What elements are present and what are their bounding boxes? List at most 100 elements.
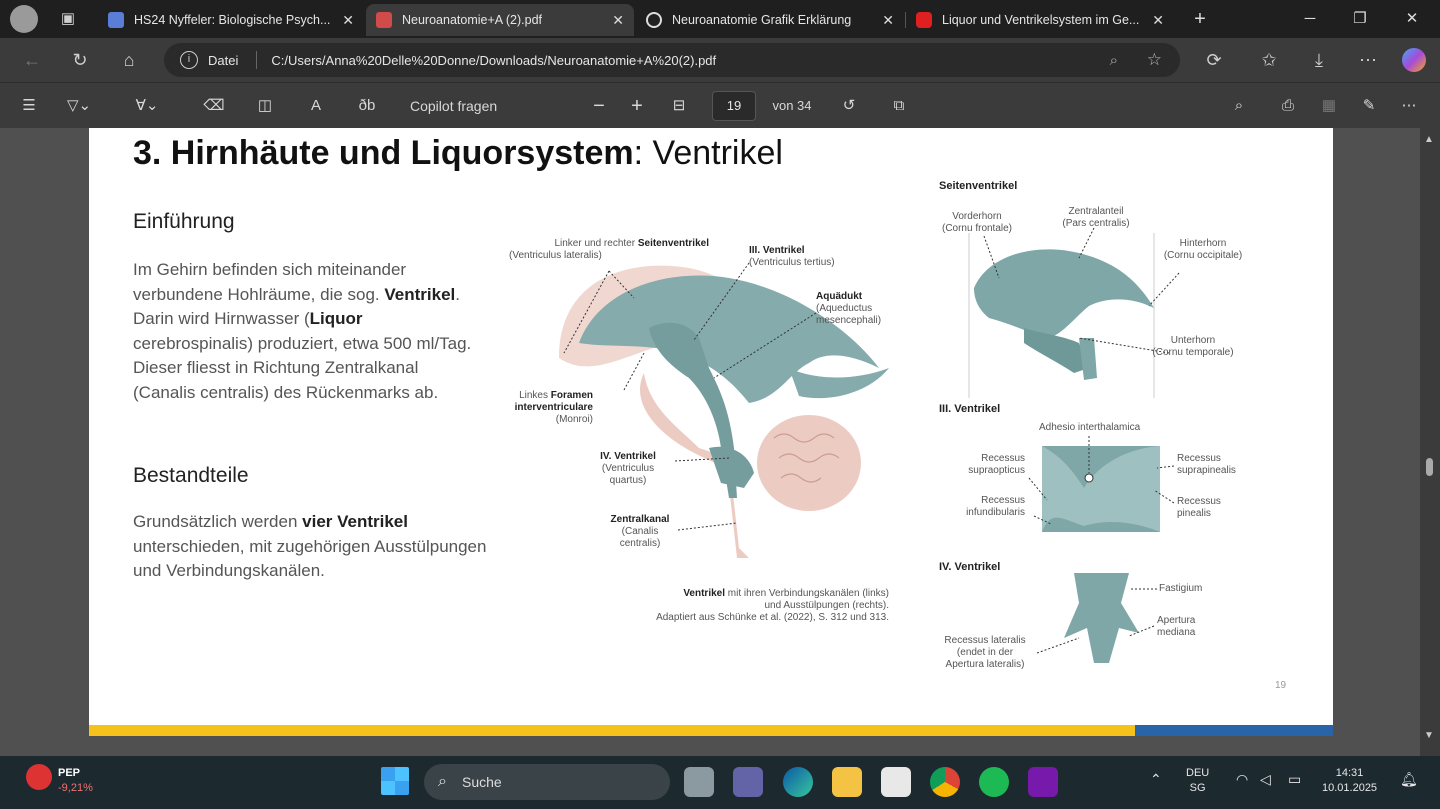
label-ventrikel-4: IV. Ventrikel (Ventriculus quartus) [583,451,673,487]
label-recessus-pinealis: Recessus pinealis [1177,496,1221,520]
taskbar-search[interactable]: ⌕ Suche [424,764,670,800]
edge-icon[interactable] [783,767,813,797]
label-part: Vorderhorn [952,211,1002,222]
print-icon[interactable]: ⎙ [1277,95,1299,117]
chrome-icon[interactable] [930,767,960,797]
close-tab-icon[interactable]: ✕ [1152,12,1164,29]
copilot-ask-button[interactable]: Copilot fragen [410,95,520,117]
scroll-up-icon[interactable]: ▲ [1424,134,1434,145]
favorite-star-icon[interactable]: ☆ [1147,50,1162,70]
onenote-icon[interactable] [1028,767,1058,797]
taskbar: PEP -9,21% ⌕ Suche ⌃ DEU SG ◠ ◁ ▭ 14:31 … [0,756,1440,809]
favorites-icon[interactable]: ✩ [1257,48,1281,72]
notification-bell-icon[interactable]: 🔔︎ [1400,772,1418,787]
label-part: (Ventriculus tertius) [749,257,835,268]
reload-icon[interactable]: ↻ [68,48,92,72]
vertical-scrollbar[interactable]: ▲ ▼ [1420,128,1440,756]
extensions-icon[interactable]: ⟳ [1202,48,1226,72]
label-part: (Ventriculus lateralis) [509,250,602,261]
tab-favicon-icon [646,12,662,28]
taskbar-search-icon: ⌕ [438,773,447,790]
label-zentralkanal: Zentralkanal (Canalis centralis) [603,514,677,550]
file-explorer-icon[interactable] [832,767,862,797]
tab-actions-icon[interactable]: ▣ [56,7,80,31]
site-info-icon[interactable]: i [180,51,198,69]
volume-icon[interactable]: ◁ [1260,772,1271,787]
pdf-more-icon[interactable]: ⋯ [1398,95,1420,117]
label-part: (Cornu frontale) [941,223,1013,234]
tab-liquor-video[interactable]: Liquor und Ventrikelsystem im Ge... ✕ [906,4,1174,36]
spotify-icon[interactable] [979,767,1009,797]
zoom-in-icon[interactable]: + [626,95,648,117]
scroll-thumb[interactable] [1426,458,1433,476]
tab-grafik-erklaerung[interactable]: Neuroanatomie Grafik Erklärung ✕ [636,4,904,36]
page-number-input[interactable]: 19 [712,91,756,121]
label-seitenventrikel: Linker und rechter Seitenventrikel (Vent… [509,238,709,262]
url-field[interactable]: i Datei C:/Users/Anna%20Delle%20Donne/Do… [164,43,1180,77]
url-scheme-label: Datei [208,52,239,68]
restore-icon[interactable]: ❐ [1340,6,1380,32]
clock-date: 10.01.2025 [1322,782,1378,794]
battery-icon[interactable]: ▭ [1288,772,1301,787]
section-ventrikel-3: III. Ventrikel [939,403,1001,415]
zoom-search-icon[interactable]: ⌕ [1110,52,1118,69]
tab-neuroanatomie-pdf[interactable]: Neuroanatomie+A (2).pdf ✕ [366,4,634,36]
teams-icon[interactable] [733,767,763,797]
label-part: Hinterhorn [1179,238,1227,249]
read-aloud-icon[interactable]: A [305,95,327,117]
contents-icon[interactable]: ☰ [18,95,40,117]
wifi-icon[interactable]: ◠ [1236,772,1248,787]
url-text[interactable]: C:/Users/Anna%20Delle%20Donne/Downloads/… [271,53,716,68]
more-menu-icon[interactable]: ⋯ [1356,48,1380,72]
fit-page-icon[interactable]: ⊟ [668,95,690,117]
downloads-icon[interactable]: ⤓ [1307,48,1331,72]
home-icon[interactable]: ⌂ [117,48,141,72]
save-icon[interactable]: ▦ [1318,95,1340,117]
close-tab-icon[interactable]: ✕ [342,12,354,29]
ventricle-illustration [559,227,1180,663]
clock[interactable]: 14:31 10.01.2025 [1322,766,1377,796]
highlight-icon[interactable]: ▽⌄ [64,95,94,117]
label-part: mediana [1157,627,1196,638]
save-as-icon[interactable]: ✎ [1358,95,1380,117]
label-foramen: Linkes Foramen interventriculare (Monroi) [497,390,593,426]
page-view-icon[interactable]: ◫ [254,95,276,117]
label-zentralanteil: Zentralanteil (Pars centralis) [1049,206,1143,230]
taskbar-search-label: Suche [462,774,502,790]
label-part: (Monroi) [555,414,593,425]
pdf-viewer[interactable]: 3. Hirnhäute und Liquorsystem: Ventrikel… [0,128,1440,756]
minimize-icon[interactable]: ─ [1290,6,1330,32]
profile-avatar[interactable] [10,5,38,33]
eraser-icon[interactable]: ⌫ [203,95,225,117]
store-icon[interactable] [881,767,911,797]
section-ventrikel-4: IV. Ventrikel [939,561,1001,573]
label-bold: III. Ventrikel [749,245,805,256]
tab-favicon-icon [108,12,124,28]
rotate-icon[interactable]: ↺ [838,95,860,117]
new-tab-button[interactable]: + [1180,6,1220,32]
label-part: Linker und rechter [554,238,638,249]
label-part: centralis) [619,538,661,549]
close-tab-icon[interactable]: ✕ [612,12,624,29]
copilot-icon[interactable] [1402,48,1426,72]
zoom-out-icon[interactable]: − [588,95,610,117]
close-window-icon[interactable]: ✕ [1392,6,1432,32]
label-part: pinealis [1177,508,1211,519]
search-icon[interactable]: ⌕ [1228,95,1250,117]
back-arrow-icon[interactable]: ← [20,48,44,72]
close-tab-icon[interactable]: ✕ [882,12,894,29]
stock-widget[interactable]: PEP -9,21% [58,766,93,796]
draw-icon[interactable]: ∀⌄ [132,95,162,117]
tab-hs24[interactable]: HS24 Nyffeler: Biologische Psych... ✕ [98,4,364,36]
task-view-icon[interactable] [684,767,714,797]
two-page-icon[interactable]: ⧉ [888,95,910,117]
caption-part: Adaptiert aus Schünke et al. (2022), S. … [656,612,889,623]
start-windows-icon[interactable] [381,767,409,795]
stock-widget-icon[interactable] [26,764,52,790]
language-indicator[interactable]: DEU SG [1186,766,1209,796]
scroll-down-icon[interactable]: ▼ [1424,730,1434,741]
label-recessus-suprapinealis: Recessus suprapinealis [1177,453,1236,477]
label-hinterhorn: Hinterhorn (Cornu occipitale) [1151,238,1255,262]
translate-icon[interactable]: ðb [356,95,378,117]
tray-chevron-icon[interactable]: ⌃ [1150,772,1162,787]
